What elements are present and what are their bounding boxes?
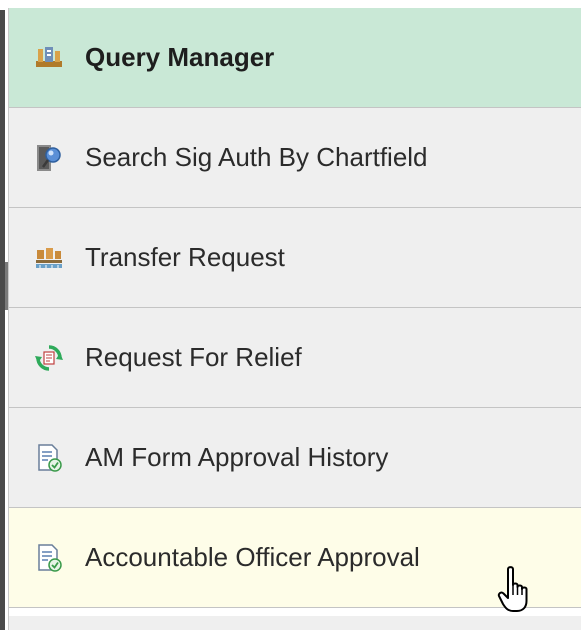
menu-item-label: Search Sig Auth By Chartfield	[85, 142, 428, 172]
menu-item-am-form-approval-history[interactable]: AM Form Approval History	[9, 408, 581, 508]
menu-list: Query Manager Search Sig Auth By Chartfi…	[8, 8, 581, 630]
panel-left-edge	[0, 10, 5, 630]
menu-item-label: Request For Relief	[85, 342, 302, 372]
menu-item-label: Accountable Officer Approval	[85, 542, 420, 572]
menu-item-label: AM Form Approval History	[85, 442, 389, 472]
hand-pointer-icon	[496, 565, 536, 615]
refresh-cycle-icon	[27, 344, 71, 372]
query-manager-icon	[27, 44, 71, 72]
menu-item-label: Transfer Request	[85, 242, 285, 272]
menu-item-label: Query Manager	[85, 42, 275, 72]
transfer-icon	[27, 244, 71, 272]
menu-next-item-edge	[9, 616, 581, 630]
search-door-icon	[27, 144, 71, 172]
menu-item-transfer-request[interactable]: Transfer Request	[9, 208, 581, 308]
navigation-panel: Query Manager Search Sig Auth By Chartfi…	[0, 0, 581, 630]
menu-item-search-sig-auth[interactable]: Search Sig Auth By Chartfield	[9, 108, 581, 208]
document-check-icon	[27, 443, 71, 472]
menu-item-request-for-relief[interactable]: Request For Relief	[9, 308, 581, 408]
document-check-icon	[27, 543, 71, 572]
menu-item-query-manager[interactable]: Query Manager	[9, 8, 581, 108]
